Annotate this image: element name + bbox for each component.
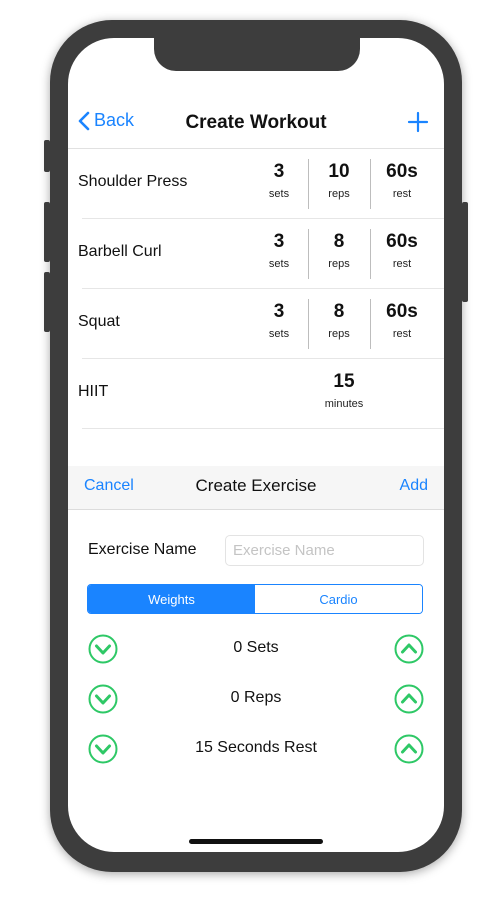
- list-item[interactable]: Barbell Curl 3 sets 8 reps 60s rest: [68, 219, 444, 289]
- rest-stat: 60s rest: [386, 161, 418, 200]
- add-workout-button[interactable]: [406, 110, 430, 134]
- divider: [370, 159, 371, 209]
- home-indicator[interactable]: [189, 839, 323, 844]
- divider: [308, 229, 309, 279]
- reps-value: 0 Reps: [230, 689, 282, 706]
- reps-stat: 8 reps: [328, 231, 350, 270]
- reps-stat: 8 reps: [328, 301, 350, 340]
- rest-stepper: 15 Seconds Rest: [68, 731, 444, 767]
- segment-cardio[interactable]: Cardio: [255, 585, 422, 613]
- chevron-down-circle-icon: [88, 634, 118, 664]
- rest-stat: 60s rest: [386, 301, 418, 340]
- volume-down-button: [44, 272, 50, 332]
- rest-stat: 60s rest: [386, 231, 418, 270]
- exercise-name-input[interactable]: [225, 535, 424, 566]
- volume-up-button: [44, 202, 50, 262]
- list-item[interactable]: Squat 3 sets 8 reps 60s rest: [68, 289, 444, 359]
- divider: [370, 299, 371, 349]
- row-separator: [82, 428, 444, 429]
- add-exercise-button[interactable]: Add: [400, 477, 428, 495]
- chevron-left-icon: [78, 111, 90, 130]
- silent-switch: [44, 140, 50, 172]
- reps-stat: 10 reps: [328, 161, 350, 200]
- sets-stat: 3 sets: [268, 161, 290, 200]
- list-item[interactable]: HIIT 15 minutes: [68, 359, 444, 429]
- back-button[interactable]: Back: [78, 110, 134, 131]
- chevron-up-circle-icon: [394, 684, 424, 714]
- chevron-up-circle-icon: [394, 734, 424, 764]
- divider: [308, 299, 309, 349]
- exercise-name: Squat: [78, 313, 120, 330]
- exercise-name: Barbell Curl: [78, 243, 162, 260]
- rest-value: 15 Seconds Rest: [195, 739, 317, 756]
- divider: [308, 159, 309, 209]
- sheet-header: Cancel Create Exercise Add: [68, 466, 444, 510]
- chevron-down-circle-icon: [88, 684, 118, 714]
- sets-stat: 3 sets: [268, 301, 290, 340]
- power-button: [462, 202, 468, 302]
- decrement-rest-button[interactable]: [88, 734, 118, 764]
- decrement-reps-button[interactable]: [88, 684, 118, 714]
- exercise-name: HIIT: [78, 383, 109, 400]
- sets-stat: 3 sets: [268, 231, 290, 270]
- increment-rest-button[interactable]: [394, 734, 424, 764]
- decrement-sets-button[interactable]: [88, 634, 118, 664]
- chevron-up-circle-icon: [394, 634, 424, 664]
- navigation-bar: Back Create Workout: [68, 98, 444, 148]
- back-label: Back: [94, 110, 135, 130]
- sets-value: 0 Sets: [233, 639, 279, 656]
- phone-frame: Back Create Workout Shoulder Press 3 set…: [44, 20, 468, 872]
- plus-icon: [407, 111, 429, 133]
- exercise-name-label: Exercise Name: [88, 541, 197, 558]
- exercise-name: Shoulder Press: [78, 173, 188, 190]
- cancel-button[interactable]: Cancel: [84, 477, 134, 495]
- reps-stepper: 0 Reps: [68, 681, 444, 717]
- phone-screen: Back Create Workout Shoulder Press 3 set…: [68, 38, 444, 852]
- segment-weights[interactable]: Weights: [88, 585, 255, 613]
- increment-sets-button[interactable]: [394, 634, 424, 664]
- notch: [154, 38, 360, 71]
- duration-stat: 15 minutes: [324, 371, 364, 410]
- chevron-down-circle-icon: [88, 734, 118, 764]
- divider: [370, 229, 371, 279]
- sets-stepper: 0 Sets: [68, 631, 444, 667]
- exercise-type-segmented-control: Weights Cardio: [87, 584, 423, 614]
- list-item[interactable]: Shoulder Press 3 sets 10 reps 60s rest: [68, 149, 444, 219]
- increment-reps-button[interactable]: [394, 684, 424, 714]
